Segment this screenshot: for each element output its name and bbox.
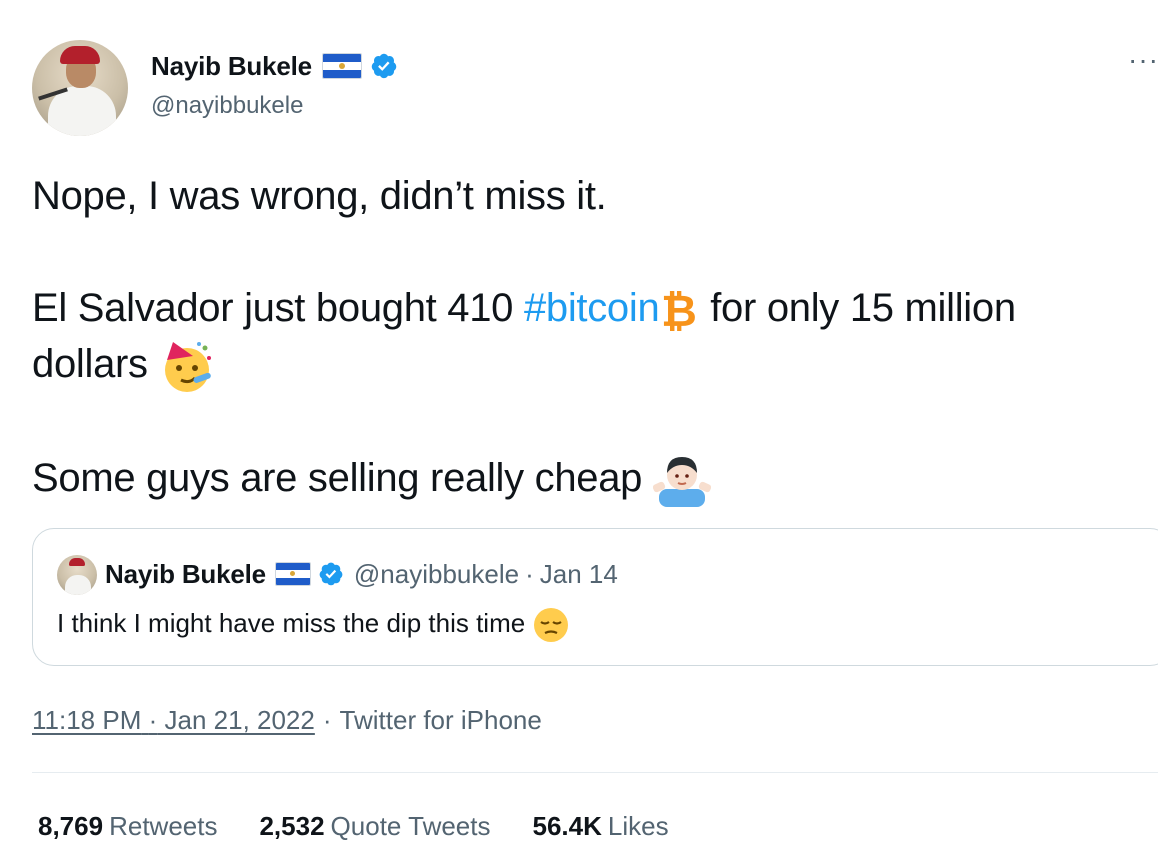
tweet-date: Jan 21, 2022 bbox=[164, 704, 315, 735]
quote-tweets-label: Quote Tweets bbox=[330, 810, 491, 841]
author-handle[interactable]: @nayibbukele bbox=[151, 92, 303, 120]
likes-label: Likes bbox=[607, 810, 669, 841]
quoted-tweet-card[interactable]: Nayib Bukele @nayibbukele · Jan 14 I thi… bbox=[32, 528, 1158, 666]
quoted-separator: · bbox=[525, 558, 534, 589]
quoted-author-name: Nayib Bukele bbox=[105, 558, 266, 589]
svg-text:₿: ₿ bbox=[661, 286, 697, 334]
retweets-count: 8,769 bbox=[38, 810, 104, 841]
retweets-stat[interactable]: 8,769 Retweets bbox=[38, 811, 217, 842]
tweet-text: Nope, I was wrong, didn’t miss it. El Sa… bbox=[32, 168, 1132, 509]
author-name-row: Nayib Bukele bbox=[151, 48, 398, 84]
verified-badge-icon bbox=[371, 53, 397, 79]
divider bbox=[32, 772, 1158, 773]
el-salvador-flag-icon bbox=[321, 53, 362, 79]
el-salvador-flag-icon bbox=[274, 562, 311, 586]
tweet-source: Twitter for iPhone bbox=[339, 704, 542, 735]
tweet-stats: 8,769 Retweets 2,532 Quote Tweets 56.4K Lik… bbox=[38, 808, 711, 844]
author-name[interactable]: Nayib Bukele bbox=[151, 51, 312, 82]
retweets-label: Retweets bbox=[109, 810, 218, 841]
quoted-header: Nayib Bukele @nayibbukele · Jan 14 bbox=[105, 557, 618, 591]
meta-dot-2: · bbox=[322, 704, 332, 735]
tweet-line-2: El Salvador just bought 410 #bitcoin ₿ fo… bbox=[32, 280, 1132, 394]
bitcoin-icon: ₿ bbox=[661, 286, 697, 334]
quoted-author-avatar bbox=[57, 555, 97, 595]
tweet-timestamp-link[interactable]: 11:18 PM · Jan 21, 2022 bbox=[32, 705, 315, 736]
tweet-line-2-prefix: El Salvador just bought 410 bbox=[32, 286, 524, 330]
likes-count: 56.4K bbox=[532, 810, 602, 841]
partying-face-emoji bbox=[164, 342, 211, 393]
tweet-meta: 11:18 PM · Jan 21, 2022 · Twitter for iP… bbox=[32, 702, 542, 738]
quoted-text: I think I might have miss the dip this t… bbox=[57, 603, 570, 644]
bitcoin-hashtag-link[interactable]: #bitcoin bbox=[524, 286, 660, 330]
quoted-date: Jan 14 bbox=[539, 558, 618, 589]
avatar-cap bbox=[60, 46, 100, 64]
tweet-time: 11:18 PM bbox=[32, 704, 142, 735]
tweet-line-1: Nope, I was wrong, didn’t miss it. bbox=[32, 174, 607, 218]
tweet-line-3: Some guys are selling really cheap bbox=[32, 450, 1132, 508]
person-shrugging-emoji bbox=[652, 456, 711, 507]
tweet-line-3-text: Some guys are selling really cheap bbox=[32, 456, 643, 501]
meta-dot-1: · bbox=[148, 704, 158, 735]
quote-tweets-count: 2,532 bbox=[259, 810, 325, 841]
quote-tweets-stat[interactable]: 2,532 Quote Tweets bbox=[259, 811, 490, 842]
likes-stat[interactable]: 56.4K Likes bbox=[533, 811, 669, 842]
pensive-face-emoji bbox=[534, 608, 569, 643]
verified-badge-icon bbox=[319, 562, 343, 586]
quoted-text-content: I think I might have miss the dip this t… bbox=[57, 608, 526, 638]
more-options-icon[interactable]: ··· bbox=[1128, 46, 1158, 74]
author-avatar[interactable] bbox=[32, 40, 128, 136]
quoted-author-handle: @nayibbukele bbox=[353, 558, 520, 589]
